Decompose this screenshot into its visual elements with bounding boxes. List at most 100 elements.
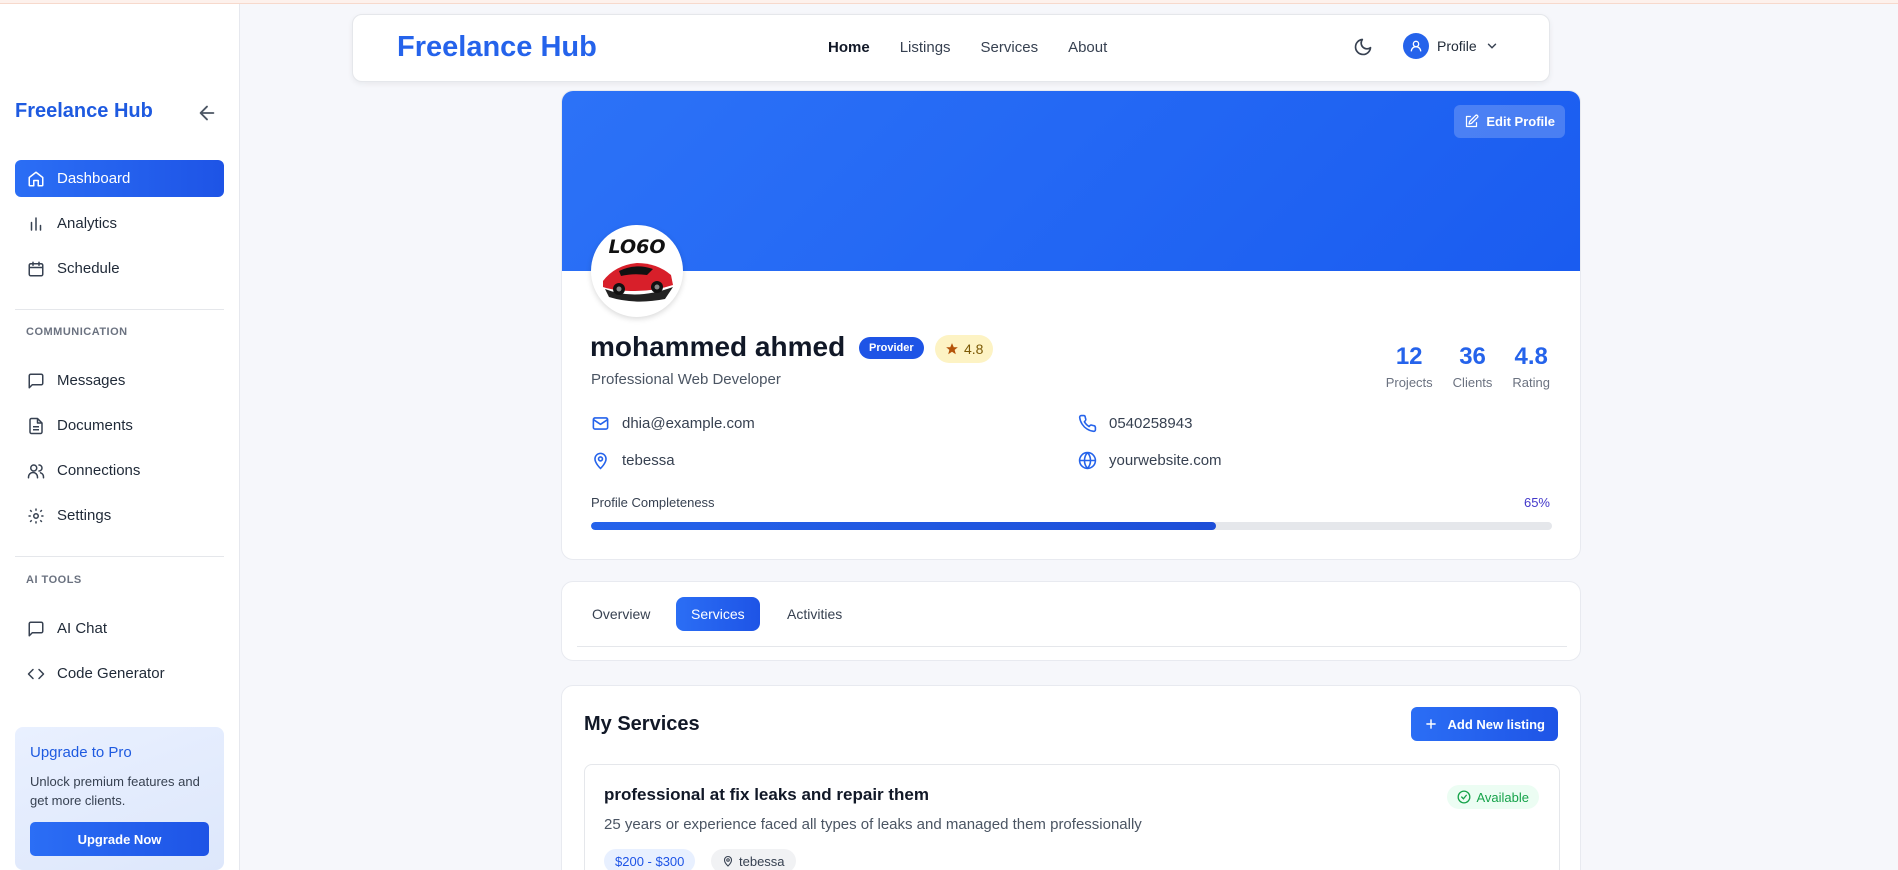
profile-tabs: Overview Services Activities xyxy=(561,581,1581,661)
profile-avatar: LO6O xyxy=(591,225,683,317)
stat-label: Projects xyxy=(1385,375,1433,390)
upgrade-title: Upgrade to Pro xyxy=(30,744,132,761)
completeness-label: Profile Completeness xyxy=(591,495,715,510)
logo-text: LO6O xyxy=(609,236,666,258)
tab-services[interactable]: Services xyxy=(676,597,760,631)
sidebar-item-documents[interactable]: Documents xyxy=(15,407,224,444)
stat-value: 12 xyxy=(1395,343,1423,370)
profile-card: Edit Profile LO6O mohammed ahmed Provide… xyxy=(561,90,1581,560)
edit-profile-button[interactable]: Edit Profile xyxy=(1454,105,1565,138)
sidebar-item-label: Connections xyxy=(57,462,141,479)
sidebar-item-label: Schedule xyxy=(57,260,120,277)
rating-value: 4.8 xyxy=(964,341,984,357)
stat-label: Clients xyxy=(1452,375,1493,390)
car-logo-image: LO6O xyxy=(595,229,679,313)
collapse-sidebar-button[interactable] xyxy=(196,102,218,124)
stat-value: 4.8 xyxy=(1514,343,1548,370)
user-icon xyxy=(1410,40,1422,52)
theme-toggle-button[interactable] xyxy=(1353,37,1375,59)
phone-icon xyxy=(1078,414,1097,433)
upgrade-now-button[interactable]: Upgrade Now xyxy=(30,822,209,856)
sidebar-item-ai-chat[interactable]: AI Chat xyxy=(15,610,224,647)
sidebar-item-code-generator[interactable]: Code Generator xyxy=(15,655,224,692)
role-badge: Provider xyxy=(859,337,924,359)
nav-link-home[interactable]: Home xyxy=(828,39,870,56)
profile-label: Profile xyxy=(1437,38,1477,54)
upgrade-text: Unlock premium features and get more cli… xyxy=(30,774,200,808)
stat-rating: 4.8 Rating xyxy=(1512,343,1550,390)
nav-link-listings[interactable]: Listings xyxy=(900,39,951,56)
sidebar-item-analytics[interactable]: Analytics xyxy=(15,205,224,242)
sidebar-item-messages[interactable]: Messages xyxy=(15,362,224,399)
location-value: tebessa xyxy=(622,452,675,469)
profile-menu-button[interactable]: Profile xyxy=(1403,33,1499,59)
stat-projects: 12 Projects xyxy=(1386,343,1433,390)
stat-value: 36 xyxy=(1459,343,1486,370)
sidebar-divider xyxy=(15,556,224,557)
sidebar-section-ai-tools: AI TOOLS xyxy=(26,574,82,586)
sidebar: Freelance Hub Dashboard Analytics Schedu… xyxy=(0,4,240,870)
tab-activities[interactable]: Activities xyxy=(772,597,857,631)
sidebar-item-label: Code Generator xyxy=(57,665,165,682)
plus-icon xyxy=(1425,719,1436,729)
sidebar-item-schedule[interactable]: Schedule xyxy=(15,250,224,287)
service-status: Available xyxy=(1476,789,1529,805)
rating-badge: 4.8 xyxy=(935,335,994,363)
document-icon xyxy=(29,417,43,434)
home-icon xyxy=(28,171,44,186)
code-icon xyxy=(27,668,45,679)
service-price: $200 - $300 xyxy=(615,853,685,869)
contact-email: dhia@example.com xyxy=(591,414,755,433)
sidebar-item-label: Messages xyxy=(57,372,126,389)
calendar-icon xyxy=(28,261,44,276)
sidebar-item-connections[interactable]: Connections xyxy=(15,452,224,489)
chevron-down-icon xyxy=(1487,43,1496,49)
completeness-value: 65% xyxy=(1523,495,1550,510)
mail-icon xyxy=(592,417,609,430)
sidebar-item-label: Dashboard xyxy=(57,170,131,187)
website-value[interactable]: yourwebsite.com xyxy=(1109,452,1222,469)
contact-location: tebessa xyxy=(591,451,675,470)
sidebar-item-label: Settings xyxy=(57,507,112,524)
sidebar-item-dashboard[interactable]: Dashboard xyxy=(15,160,224,197)
navbar-brand[interactable]: Freelance Hub xyxy=(397,31,597,64)
profile-name: mohammed ahmed xyxy=(590,331,846,362)
sidebar-item-label: Analytics xyxy=(57,215,118,232)
tabs-divider xyxy=(577,646,1567,647)
edit-profile-label: Edit Profile xyxy=(1486,114,1555,129)
service-item[interactable]: professional at fix leaks and repair the… xyxy=(584,764,1560,870)
edit-icon xyxy=(1466,114,1479,128)
profile-title: Professional Web Developer xyxy=(591,371,781,388)
nav-link-services[interactable]: Services xyxy=(981,39,1039,56)
gear-icon xyxy=(28,508,44,523)
services-title: My Services xyxy=(584,713,700,735)
sidebar-item-settings[interactable]: Settings xyxy=(15,497,224,534)
message-icon xyxy=(28,373,44,388)
completeness-progress xyxy=(591,522,1552,530)
upgrade-card: Upgrade to Pro Unlock premium features a… xyxy=(15,727,224,870)
nav-link-about[interactable]: About xyxy=(1068,39,1107,56)
tab-overview[interactable]: Overview xyxy=(577,597,665,631)
phone-value: 0540258943 xyxy=(1109,415,1193,432)
sidebar-item-label: AI Chat xyxy=(57,620,108,637)
service-description: 25 years or experience faced all types o… xyxy=(604,816,1142,833)
completeness-progress-fill xyxy=(591,522,1216,530)
service-status-badge: Available xyxy=(1447,785,1539,809)
add-listing-label: Add New listing xyxy=(1447,716,1546,732)
sidebar-item-label: Documents xyxy=(57,417,133,434)
profile-stats: 12 Projects 36 Clients 4.8 Rating xyxy=(1386,343,1550,390)
add-new-listing-button[interactable]: Add New listing xyxy=(1410,707,1558,741)
map-pin-icon xyxy=(723,855,733,867)
contact-website: yourwebsite.com xyxy=(1078,451,1222,470)
stat-clients: 36 Clients xyxy=(1453,343,1493,390)
navbar-links: Home Listings Services About xyxy=(828,39,1107,56)
service-name: professional at fix leaks and repair the… xyxy=(604,785,930,804)
sidebar-divider xyxy=(15,309,224,310)
bar-chart-icon xyxy=(30,216,42,231)
email-value: dhia@example.com xyxy=(622,415,755,432)
services-section: My Services Add New listing professional… xyxy=(561,685,1581,870)
service-price-chip: $200 - $300 xyxy=(604,849,696,870)
arrow-left-icon xyxy=(199,105,215,121)
service-location-chip: tebessa xyxy=(711,849,796,870)
profile-cover xyxy=(562,91,1580,271)
